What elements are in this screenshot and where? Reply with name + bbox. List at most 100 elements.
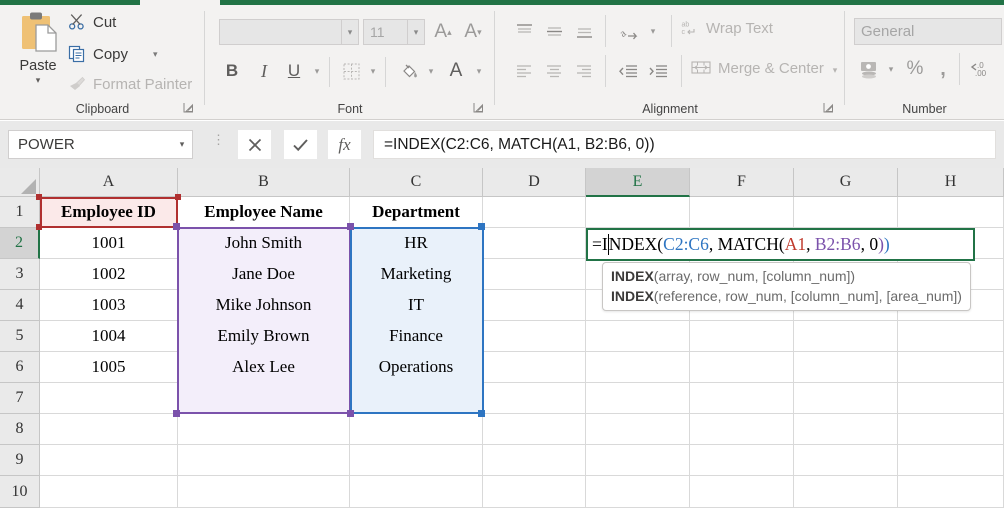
cell-C4[interactable]: IT bbox=[350, 290, 483, 321]
cell-E10[interactable] bbox=[586, 476, 690, 508]
cell-D7[interactable] bbox=[483, 383, 586, 414]
column-header-H[interactable]: H bbox=[898, 168, 1004, 197]
cell-G10[interactable] bbox=[794, 476, 898, 508]
cell-B2[interactable]: John Smith bbox=[178, 228, 350, 259]
fill-color-dropdown-caret[interactable]: ▾ bbox=[423, 57, 439, 85]
formula-input[interactable]: =INDEX(C2:C6, MATCH(A1, B2:B6, 0)) bbox=[373, 130, 996, 159]
alignment-dialog-launcher[interactable] bbox=[823, 102, 836, 115]
font-color-icon[interactable]: A bbox=[443, 57, 469, 85]
column-header-E[interactable]: E bbox=[586, 168, 690, 197]
accounting-dropdown-caret[interactable]: ▾ bbox=[883, 55, 899, 83]
cell-B3[interactable]: Jane Doe bbox=[178, 259, 350, 290]
clipboard-dialog-launcher[interactable] bbox=[183, 102, 196, 115]
comma-style-icon[interactable]: , bbox=[931, 55, 955, 83]
column-header-D[interactable]: D bbox=[483, 168, 586, 197]
paste-button[interactable]: Paste ▾ bbox=[10, 9, 66, 101]
font-size-combo[interactable]: 11 ▾ bbox=[363, 19, 425, 45]
cancel-entry-button[interactable] bbox=[238, 130, 271, 159]
format-painter-button[interactable]: Format Painter bbox=[68, 75, 192, 93]
row-header-9[interactable]: 9 bbox=[0, 445, 40, 476]
cell-F1[interactable] bbox=[690, 197, 794, 228]
cell-C8[interactable] bbox=[350, 414, 483, 445]
font-name-combo[interactable]: ▾ bbox=[219, 19, 359, 45]
cell-D8[interactable] bbox=[483, 414, 586, 445]
orientation-icon[interactable]: a bbox=[615, 17, 645, 45]
cell-D5[interactable] bbox=[483, 321, 586, 352]
cell-A10[interactable] bbox=[40, 476, 178, 508]
row-header-1[interactable]: 1 bbox=[0, 197, 40, 228]
shrink-font-icon[interactable]: A ▾ bbox=[459, 19, 487, 45]
decrease-indent-icon[interactable] bbox=[613, 57, 643, 85]
copy-dropdown-caret[interactable]: ▾ bbox=[153, 49, 158, 60]
confirm-entry-button[interactable] bbox=[284, 130, 317, 159]
cell-C2[interactable]: HR bbox=[350, 228, 483, 259]
cell-H7[interactable] bbox=[898, 383, 1004, 414]
font-dialog-launcher[interactable] bbox=[473, 102, 486, 115]
cell-E9[interactable] bbox=[586, 445, 690, 476]
cell-D6[interactable] bbox=[483, 352, 586, 383]
font-size-caret[interactable]: ▾ bbox=[407, 20, 424, 44]
cell-F8[interactable] bbox=[690, 414, 794, 445]
number-format-combo[interactable]: General bbox=[854, 18, 1002, 45]
wrap-text-button[interactable]: ab c Wrap Text bbox=[681, 19, 773, 37]
cell-G1[interactable] bbox=[794, 197, 898, 228]
bold-button[interactable]: B bbox=[219, 57, 245, 85]
font-color-dropdown-caret[interactable]: ▾ bbox=[471, 57, 487, 85]
cell-H8[interactable] bbox=[898, 414, 1004, 445]
cell-B1[interactable]: Employee Name bbox=[178, 197, 350, 228]
row-header-6[interactable]: 6 bbox=[0, 352, 40, 383]
column-header-B[interactable]: B bbox=[178, 168, 350, 197]
cell-H6[interactable] bbox=[898, 352, 1004, 383]
cell-D10[interactable] bbox=[483, 476, 586, 508]
cell-B7[interactable] bbox=[178, 383, 350, 414]
cell-G7[interactable] bbox=[794, 383, 898, 414]
cell-A6[interactable]: 1005 bbox=[40, 352, 178, 383]
align-left-icon[interactable] bbox=[509, 57, 539, 85]
select-all-corner[interactable] bbox=[0, 168, 40, 197]
cell-F7[interactable] bbox=[690, 383, 794, 414]
cell-F6[interactable] bbox=[690, 352, 794, 383]
cell-G6[interactable] bbox=[794, 352, 898, 383]
cell-D1[interactable] bbox=[483, 197, 586, 228]
align-center-icon[interactable] bbox=[539, 57, 569, 85]
row-header-2[interactable]: 2 bbox=[0, 228, 40, 259]
name-box[interactable]: POWER ▾ bbox=[8, 130, 193, 159]
merge-center-button[interactable]: Merge & Center bbox=[691, 59, 824, 77]
row-header-7[interactable]: 7 bbox=[0, 383, 40, 414]
cell-E8[interactable] bbox=[586, 414, 690, 445]
cell-A3[interactable]: 1002 bbox=[40, 259, 178, 290]
cell-E5[interactable] bbox=[586, 321, 690, 352]
cell-F10[interactable] bbox=[690, 476, 794, 508]
row-header-10[interactable]: 10 bbox=[0, 476, 40, 508]
cell-C9[interactable] bbox=[350, 445, 483, 476]
cell-A9[interactable] bbox=[40, 445, 178, 476]
insert-function-button[interactable]: fx bbox=[328, 130, 361, 159]
cell-A4[interactable]: 1003 bbox=[40, 290, 178, 321]
cell-H9[interactable] bbox=[898, 445, 1004, 476]
column-header-G[interactable]: G bbox=[794, 168, 898, 197]
cell-B5[interactable]: Emily Brown bbox=[178, 321, 350, 352]
column-header-C[interactable]: C bbox=[350, 168, 483, 197]
cell-B9[interactable] bbox=[178, 445, 350, 476]
align-middle-icon[interactable] bbox=[539, 17, 569, 45]
cell-G9[interactable] bbox=[794, 445, 898, 476]
accounting-format-icon[interactable] bbox=[855, 55, 885, 83]
underline-button[interactable]: U bbox=[281, 57, 307, 85]
cell-F5[interactable] bbox=[690, 321, 794, 352]
cell-E1[interactable] bbox=[586, 197, 690, 228]
row-header-4[interactable]: 4 bbox=[0, 290, 40, 321]
align-bottom-icon[interactable] bbox=[569, 17, 599, 45]
cell-H5[interactable] bbox=[898, 321, 1004, 352]
cell-C5[interactable]: Finance bbox=[350, 321, 483, 352]
cell-E7[interactable] bbox=[586, 383, 690, 414]
cell-G8[interactable] bbox=[794, 414, 898, 445]
active-cell-editor[interactable]: =I NDEX(C2:C6, MATCH(A1, B2:B6, 0)) bbox=[586, 228, 975, 261]
cell-C6[interactable]: Operations bbox=[350, 352, 483, 383]
cell-B8[interactable] bbox=[178, 414, 350, 445]
cell-B4[interactable]: Mike Johnson bbox=[178, 290, 350, 321]
row-header-8[interactable]: 8 bbox=[0, 414, 40, 445]
merge-center-dropdown-caret[interactable]: ▾ bbox=[828, 59, 842, 81]
cell-D2[interactable] bbox=[483, 228, 586, 259]
underline-dropdown-caret[interactable]: ▾ bbox=[309, 57, 325, 85]
copy-button[interactable]: Copy ▾ bbox=[68, 45, 158, 63]
